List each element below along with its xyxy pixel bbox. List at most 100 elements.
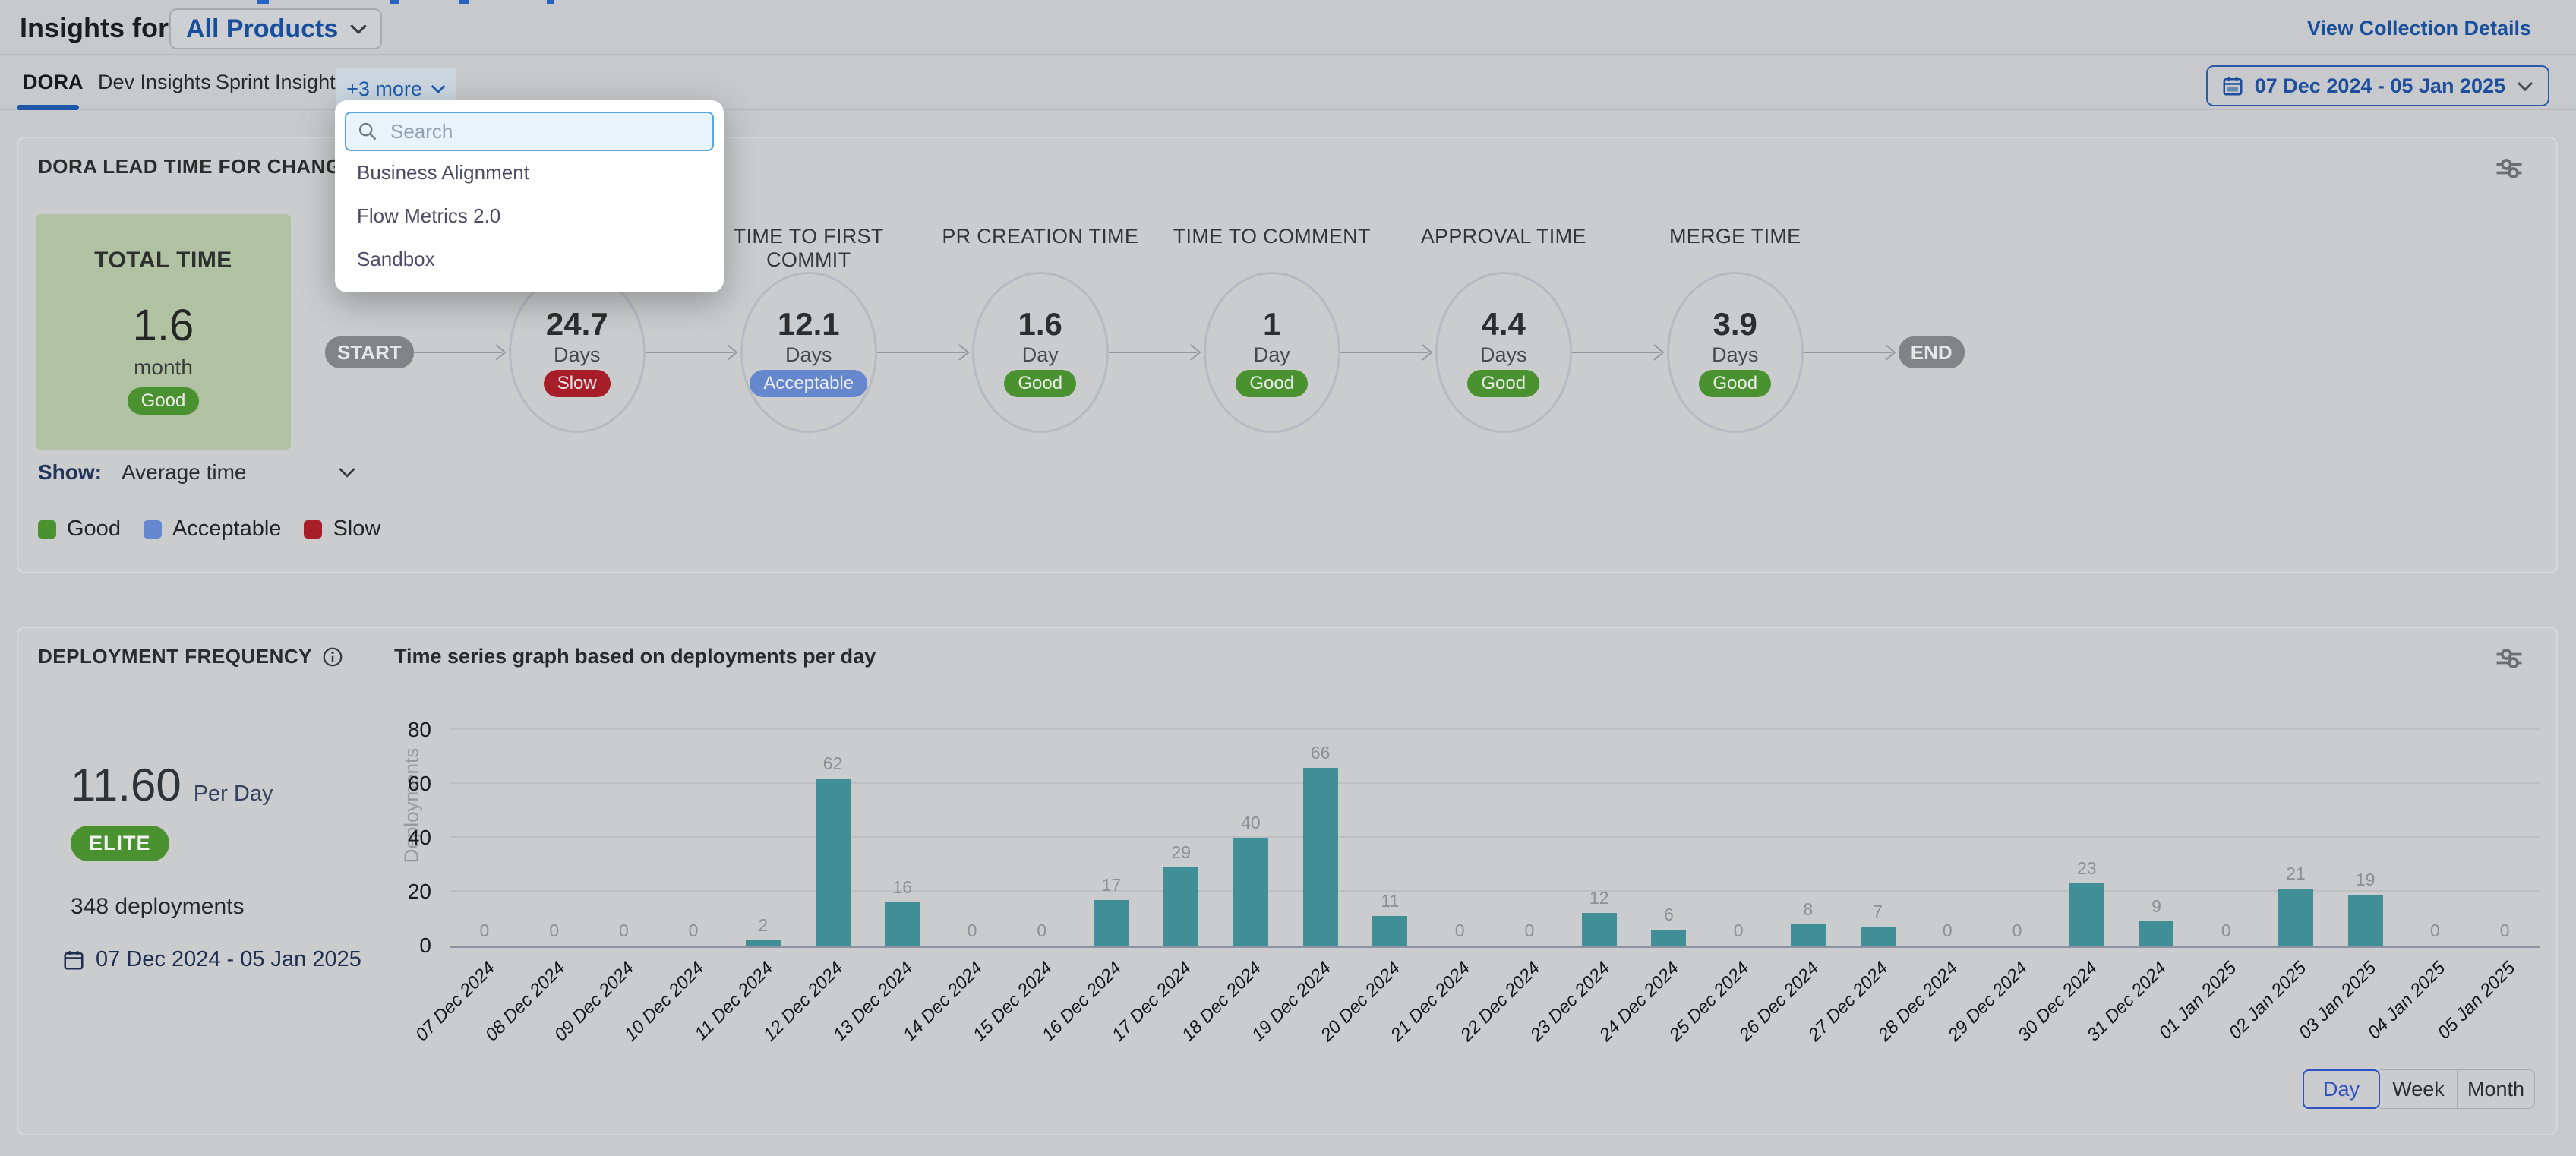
bar-slot: 16 13 Dec 2024 <box>867 708 937 946</box>
bar-value-label: 0 <box>2430 921 2440 941</box>
deployment-bar[interactable] <box>1861 927 1896 946</box>
deployment-bar[interactable] <box>1233 838 1268 946</box>
flow-arrow-icon <box>1340 343 1435 362</box>
bar-slot: 0 14 Dec 2024 <box>937 708 1007 946</box>
collection-selector-label: All Products <box>186 14 338 44</box>
collection-selector-button[interactable]: All Products <box>169 8 382 49</box>
stage-circle: 1 Day Good <box>1204 272 1340 433</box>
tab-dora[interactable]: DORA <box>23 55 84 109</box>
granularity-week-button[interactable]: Week <box>2380 1069 2458 1109</box>
bar-slot: 0 22 Dec 2024 <box>1495 708 1564 946</box>
view-collection-details-link[interactable]: View Collection Details <box>2307 17 2531 40</box>
deployment-bar[interactable] <box>2069 883 2104 946</box>
y-axis-tick: 80 <box>386 718 431 742</box>
stage-status-badge: Good <box>1699 370 1771 397</box>
bar-value-label: 0 <box>479 921 489 941</box>
legend-swatch <box>144 520 162 539</box>
bar-value-label: 6 <box>1664 905 1674 925</box>
stage-status-badge: Acceptable <box>750 370 867 397</box>
bar-value-label: 0 <box>2012 921 2022 941</box>
bar-value-label: 0 <box>2221 921 2231 941</box>
date-range-picker[interactable]: 07 Dec 2024 - 05 Jan 2025 <box>2206 65 2549 106</box>
stage-unit: Days <box>554 343 601 367</box>
lead-time-stage: TIME TO COMMENT 1 Day Good <box>1204 225 1340 433</box>
stage-value: 4.4 <box>1482 308 1526 340</box>
bar-slot: 0 21 Dec 2024 <box>1425 708 1495 946</box>
stage-unit: Day <box>1022 343 1059 367</box>
dropdown-item-sandbox[interactable]: Sandbox <box>345 238 714 281</box>
dropdown-item-business-alignment[interactable]: Business Alignment <box>345 151 714 194</box>
bar-slot: 0 09 Dec 2024 <box>589 708 658 946</box>
stage-value: 24.7 <box>546 308 608 340</box>
bar-slot: 0 07 Dec 2024 <box>450 708 519 946</box>
deployment-bar[interactable] <box>1582 913 1617 946</box>
deployment-bar[interactable] <box>1372 916 1407 946</box>
bar-slot: 0 08 Dec 2024 <box>519 708 589 946</box>
page-title: Insights for <box>20 12 169 44</box>
bar-value-label: 23 <box>2077 858 2097 879</box>
deployment-rate: 11.60 Per Day <box>71 759 273 811</box>
stage-circle: 3.9 Days Good <box>1667 272 1804 433</box>
chevron-down-icon <box>337 466 357 479</box>
lead-time-stage: PR CREATION TIME 1.6 Day Good <box>972 225 1109 433</box>
bar-slot: 62 12 Dec 2024 <box>798 708 868 946</box>
bar-value-label: 0 <box>968 921 977 941</box>
date-range-label: 07 Dec 2024 - 05 Jan 2025 <box>2255 74 2505 98</box>
bar-value-label: 66 <box>1311 743 1331 763</box>
bar-value-label: 9 <box>2151 896 2161 917</box>
deployment-bar[interactable] <box>885 902 920 946</box>
bar-value-label: 0 <box>1943 921 1953 941</box>
deployment-bar[interactable] <box>2278 889 2313 946</box>
legend-item: Good <box>38 516 121 542</box>
stage-circle: 4.4 Days Good <box>1435 272 1572 433</box>
bar-slot: 7 27 Dec 2024 <box>1843 708 1913 946</box>
bar-slot: 9 31 Dec 2024 <box>2122 708 2192 946</box>
bar-value-label: 17 <box>1102 875 1122 895</box>
chevron-down-icon <box>349 23 368 35</box>
bar-slot: 29 17 Dec 2024 <box>1146 708 1216 946</box>
deployment-rate-unit: Per Day <box>194 782 273 807</box>
deployment-bar[interactable] <box>816 779 851 946</box>
tab-dev-insights[interactable]: Dev Insights <box>98 55 211 109</box>
bar-slot: 17 16 Dec 2024 <box>1077 708 1147 946</box>
info-icon[interactable] <box>321 646 344 668</box>
search-icon <box>357 121 378 142</box>
bar-slot: 19 03 Jan 2025 <box>2331 708 2401 946</box>
widget-settings-icon[interactable] <box>2492 152 2526 185</box>
bar-value-label: 0 <box>1455 921 1465 941</box>
stage-value: 1 <box>1263 308 1280 340</box>
deployments-count: 348 deployments <box>71 894 245 920</box>
deployment-bar[interactable] <box>1094 900 1129 946</box>
more-tabs-dropdown: Business Alignment Flow Metrics 2.0 Sand… <box>335 100 724 292</box>
deployment-bar[interactable] <box>2139 921 2174 946</box>
bar-value-label: 2 <box>758 915 768 936</box>
stage-unit: Days <box>1480 343 1527 367</box>
bar-slot: 2 11 Dec 2024 <box>728 708 798 946</box>
stage-circle: 1.6 Day Good <box>972 272 1109 433</box>
flow-arrow-icon <box>414 343 509 362</box>
chart-title: Time series graph based on deployments p… <box>394 645 876 668</box>
granularity-month-button[interactable]: Month <box>2458 1069 2535 1109</box>
deployment-bar[interactable] <box>746 940 781 946</box>
tab-sprint-insights[interactable]: Sprint Insights <box>216 55 346 109</box>
bar-value-label: 19 <box>2356 870 2376 890</box>
bar-value-label: 7 <box>1873 902 1883 922</box>
show-selector[interactable]: Show: Average time <box>38 460 357 485</box>
granularity-day-button[interactable]: Day <box>2303 1069 2380 1109</box>
widget-settings-icon[interactable] <box>2492 642 2526 675</box>
dropdown-search-input[interactable] <box>345 112 714 151</box>
deployment-bar[interactable] <box>1651 930 1686 946</box>
y-axis-label: Deployments <box>400 722 424 889</box>
bar-slot: 0 04 Jan 2025 <box>2401 708 2470 946</box>
legend-label: Acceptable <box>172 516 282 542</box>
stage-label: TIME TO FIRST COMMIT <box>695 225 923 272</box>
deployment-bar[interactable] <box>1791 924 1826 946</box>
stage-label: APPROVAL TIME <box>1390 225 1618 272</box>
deployment-bar[interactable] <box>1303 768 1338 946</box>
deployment-bar[interactable] <box>2348 895 2383 946</box>
stage-status-badge: Good <box>1467 370 1539 397</box>
dropdown-item-flow-metrics[interactable]: Flow Metrics 2.0 <box>345 194 714 238</box>
deployment-bar[interactable] <box>1163 867 1198 946</box>
bar-value-label: 0 <box>1734 921 1744 941</box>
stage-circle: 12.1 Days Acceptable <box>740 272 877 433</box>
